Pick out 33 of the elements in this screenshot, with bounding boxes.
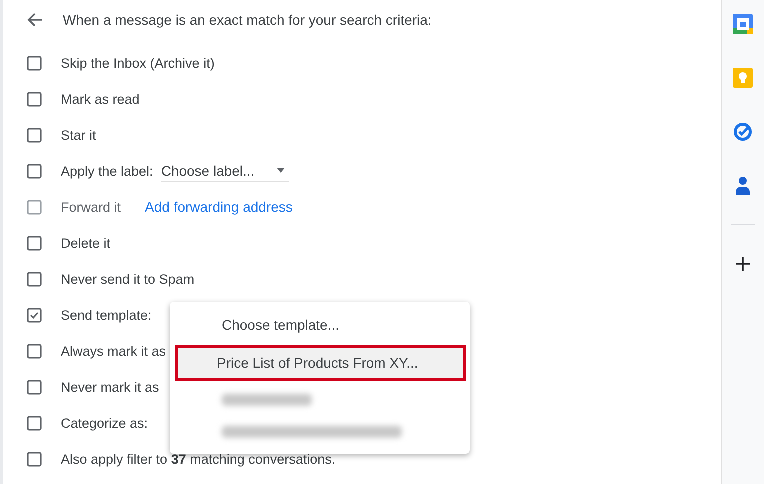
- checkbox[interactable]: [27, 416, 42, 430]
- checkbox[interactable]: [27, 56, 42, 70]
- label-dropdown[interactable]: Choose label...: [161, 160, 290, 182]
- caret-icon: [277, 168, 286, 173]
- checkbox[interactable]: [27, 380, 42, 394]
- back-arrow-icon[interactable]: [27, 12, 43, 28]
- option-label: Never mark it as: [61, 380, 160, 394]
- option-label: Also apply filter to 37 matching conversations.: [61, 452, 336, 466]
- option-label: Never send it to Spam: [61, 272, 195, 286]
- option-label: Mark as read: [61, 92, 140, 106]
- add-icon[interactable]: [736, 257, 750, 271]
- option-label: Send template:: [61, 308, 152, 322]
- person-icon[interactable]: [735, 176, 751, 196]
- criteria-heading: When a message is an exact match for your search criteria:: [63, 12, 432, 28]
- template-option[interactable]: Choose template...: [175, 308, 466, 342]
- calendar-icon[interactable]: [733, 14, 753, 34]
- checkbox[interactable]: [27, 452, 42, 466]
- option-label: Always mark it as: [61, 344, 166, 358]
- template-option[interactable]: Price List of Products From XY...: [175, 345, 466, 381]
- option-label: Apply the label:: [61, 164, 154, 178]
- check-circle-icon[interactable]: [733, 122, 753, 142]
- checkbox[interactable]: [27, 344, 42, 358]
- checkbox[interactable]: [27, 128, 42, 142]
- checkbox[interactable]: [27, 92, 42, 106]
- option-label: Star it: [61, 128, 96, 142]
- option-label: Skip the Inbox (Archive it): [61, 56, 215, 70]
- option-label: Forward it: [61, 200, 122, 214]
- checkbox[interactable]: [27, 236, 42, 250]
- checkbox[interactable]: [27, 272, 42, 286]
- option-label: Delete it: [61, 236, 111, 250]
- checkbox[interactable]: [27, 164, 42, 178]
- checkbox[interactable]: [27, 308, 42, 322]
- option-label: Categorize as:: [61, 416, 148, 430]
